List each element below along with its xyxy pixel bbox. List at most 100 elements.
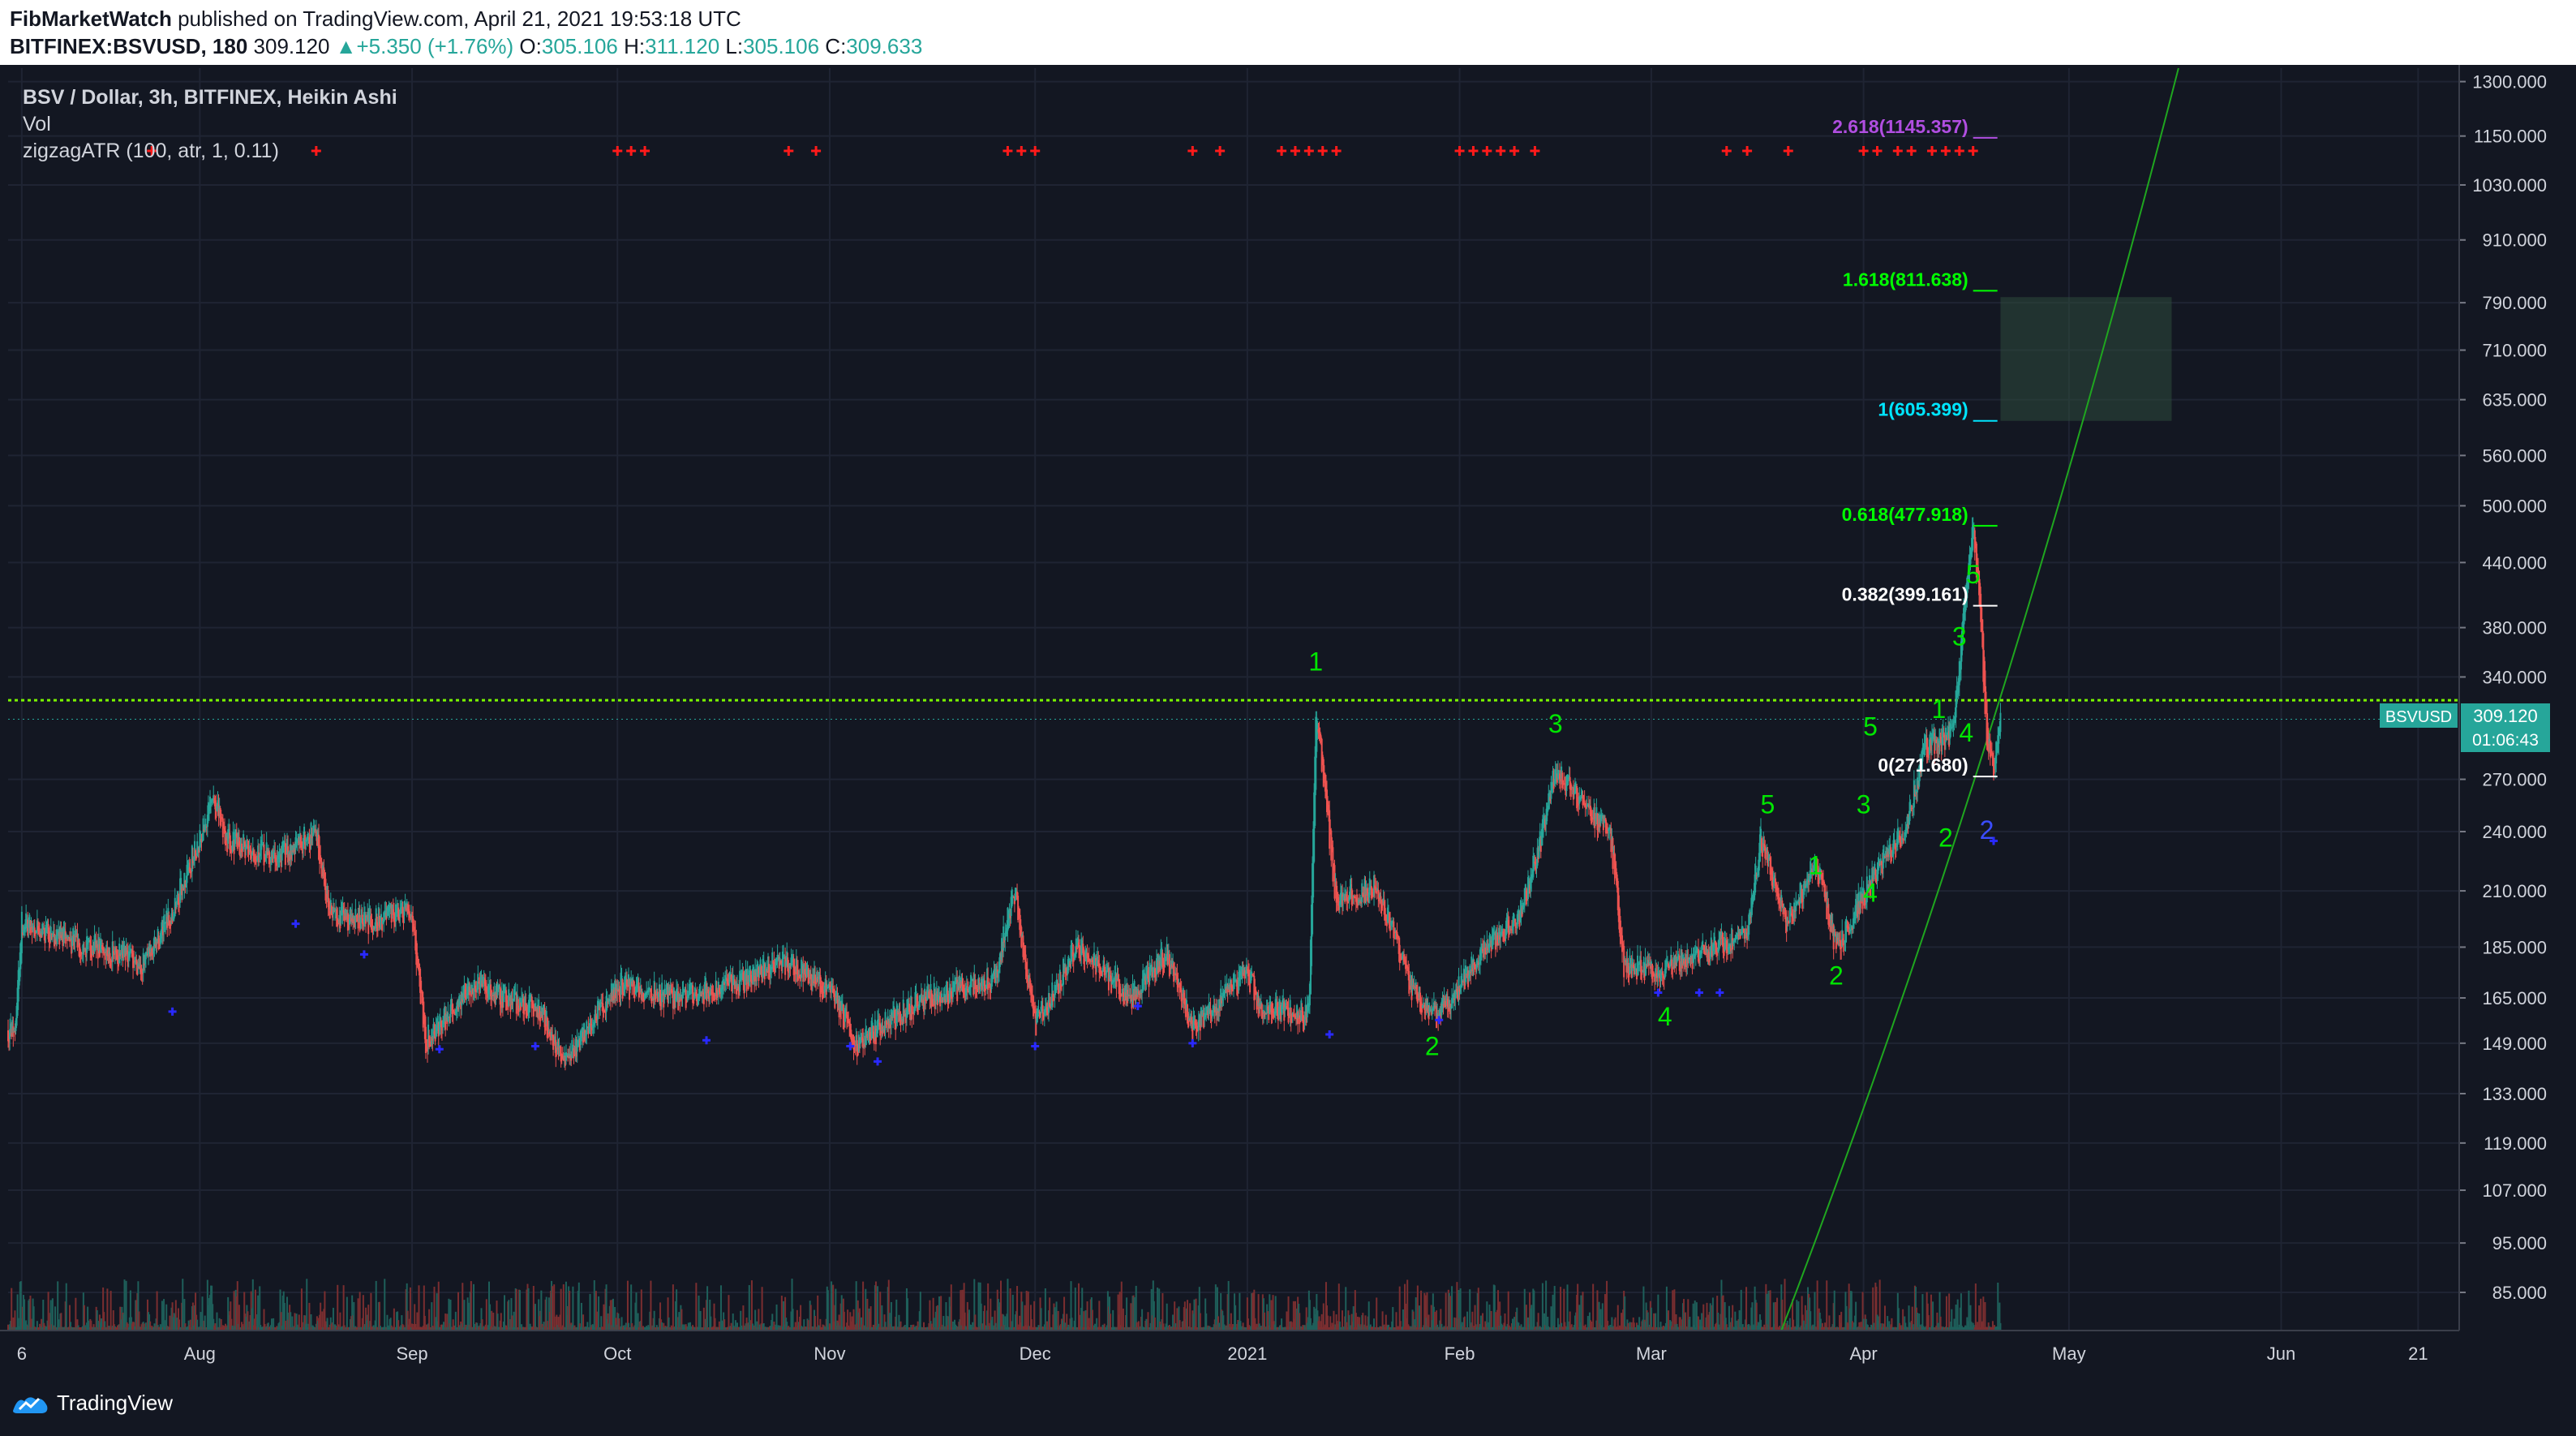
volume-bar — [1025, 1290, 1028, 1331]
volume-bar — [1451, 1286, 1453, 1331]
volume-bar — [1477, 1288, 1479, 1331]
volume-bar — [346, 1296, 348, 1331]
volume-bar — [858, 1308, 861, 1331]
volume-bar — [1322, 1303, 1324, 1331]
volume-bar — [1709, 1303, 1711, 1331]
volume-bar — [977, 1282, 980, 1331]
volume-bar — [1577, 1283, 1579, 1331]
volume-bar — [792, 1309, 794, 1331]
volume-bar — [1948, 1293, 1951, 1331]
volume-bar — [370, 1292, 372, 1331]
volume-bar — [1553, 1286, 1556, 1331]
volume-bar — [598, 1296, 600, 1331]
volume-bar — [1098, 1301, 1101, 1331]
volume-bar — [1126, 1297, 1128, 1331]
volume-bar — [999, 1280, 1002, 1331]
volume-bar — [1426, 1292, 1428, 1331]
target-box — [2000, 297, 2172, 421]
resistance-line — [8, 699, 2459, 720]
volume-bar — [1769, 1290, 1771, 1331]
volume-bar — [54, 1306, 57, 1331]
volume-bar — [257, 1295, 260, 1331]
volume-bar — [1582, 1292, 1584, 1331]
volume-bar — [919, 1292, 921, 1331]
volume-bar — [1706, 1302, 1708, 1331]
volume-bar — [1227, 1280, 1230, 1331]
volume-bar — [462, 1283, 464, 1331]
volume-bar — [1193, 1299, 1196, 1331]
volume-bar — [1214, 1284, 1217, 1331]
volume-bar — [890, 1301, 892, 1331]
volume-bar — [1833, 1290, 1835, 1331]
volume-bar — [1883, 1305, 1886, 1331]
volume-bar — [780, 1296, 783, 1331]
volume-bar — [1027, 1291, 1029, 1331]
volume-bar — [1176, 1308, 1179, 1331]
volume-bar — [1702, 1304, 1705, 1331]
volume-bar — [1507, 1291, 1509, 1331]
volume-bar — [1984, 1301, 1986, 1331]
volume-bar — [254, 1289, 256, 1331]
volume-bar — [1049, 1297, 1051, 1331]
volume-bar — [676, 1289, 678, 1331]
volume-bar — [1294, 1301, 1296, 1331]
volume-bar — [580, 1302, 582, 1331]
symbol-name: BITFINEX:BSVUSD, 180 — [10, 34, 248, 58]
volume-bar — [938, 1296, 941, 1331]
volume-bar — [1016, 1286, 1019, 1331]
volume-bar — [1523, 1288, 1526, 1331]
volume-bar — [1531, 1305, 1533, 1331]
author-name[interactable]: FibMarketWatch — [10, 6, 172, 31]
volume-bar — [650, 1280, 652, 1331]
volume-bar — [881, 1305, 883, 1331]
volume-bar — [748, 1285, 750, 1331]
volume-bar — [1118, 1292, 1121, 1331]
volume-bar — [233, 1291, 235, 1331]
volume-bar — [1195, 1298, 1197, 1331]
volume-bar — [1580, 1295, 1582, 1331]
volume-bar — [106, 1288, 109, 1331]
volume-bar — [163, 1299, 165, 1331]
volume-bar — [1999, 1322, 2002, 1331]
volume-bar — [1189, 1303, 1191, 1331]
volume-bar — [238, 1305, 240, 1331]
open-value: 305.106 — [541, 34, 618, 58]
volume-bar — [449, 1299, 452, 1331]
volume-bar — [1745, 1287, 1748, 1331]
volume-bar — [508, 1300, 510, 1331]
volume-bar — [672, 1284, 674, 1331]
open-label: O: — [519, 34, 542, 58]
volume-bar — [437, 1281, 440, 1331]
volume-bar — [1552, 1294, 1554, 1331]
volume-bar — [75, 1297, 77, 1331]
volume-bar — [485, 1299, 487, 1331]
volume-bar — [560, 1288, 562, 1331]
volume-bar — [367, 1305, 370, 1331]
volume-bar — [1855, 1301, 1857, 1331]
volume-bar — [593, 1279, 595, 1331]
volume-bar — [866, 1298, 869, 1331]
volume-bar — [201, 1296, 204, 1331]
volume-bar — [855, 1281, 857, 1331]
volume-bar — [728, 1295, 730, 1331]
volume-bar — [393, 1308, 395, 1331]
volume-bar — [552, 1286, 554, 1331]
volume-bar — [534, 1304, 536, 1331]
volume-bar — [1187, 1300, 1189, 1331]
volume-bar — [1420, 1290, 1423, 1331]
publish-header: FibMarketWatch published on TradingView.… — [0, 0, 2576, 65]
volume-bar — [1416, 1285, 1419, 1331]
volume-bar — [1130, 1303, 1132, 1331]
price-chart[interactable]: 2.618(1145.357)1.618(811.638)1(605.399)0… — [0, 65, 2576, 1374]
volume-bar — [1592, 1283, 1595, 1331]
volume-bar — [1376, 1297, 1378, 1331]
volume-bar — [553, 1284, 556, 1331]
volume-bar — [65, 1283, 67, 1331]
change-up-icon: ▲ — [335, 34, 357, 58]
volume-bar — [960, 1290, 962, 1331]
volume-bar — [1956, 1299, 1959, 1331]
volume-bar — [869, 1306, 872, 1331]
volume-bar — [1624, 1296, 1626, 1331]
volume-bar — [1525, 1305, 1527, 1331]
volume-bar — [259, 1286, 261, 1331]
